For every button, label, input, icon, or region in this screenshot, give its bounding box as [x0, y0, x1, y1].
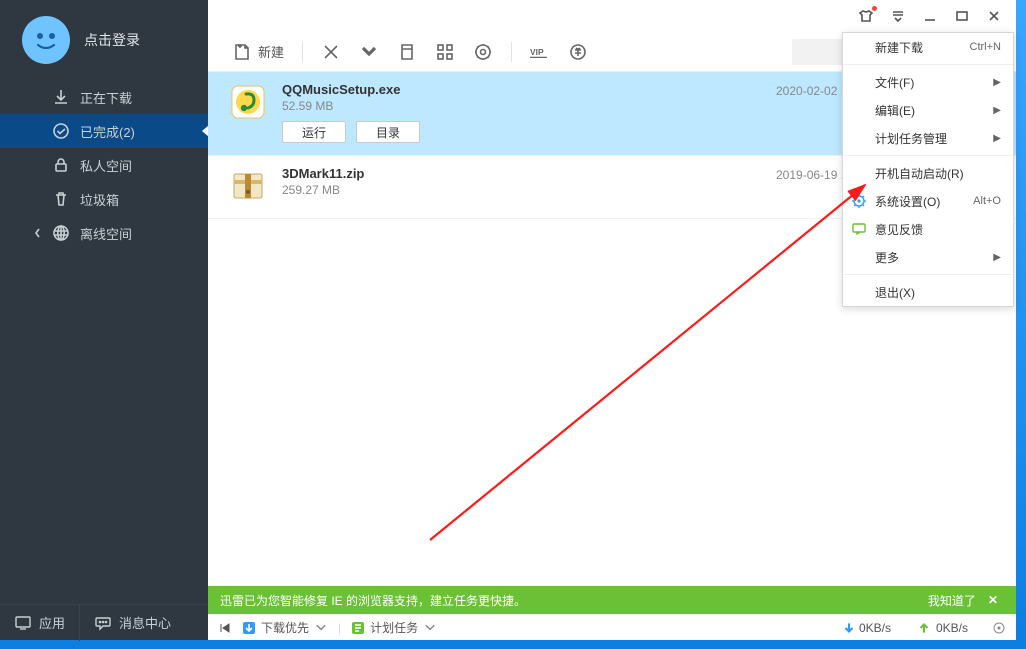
delete-dropdown[interactable]	[353, 38, 385, 66]
avatar	[22, 16, 70, 64]
menu-item-label: 系统设置(O)	[875, 193, 940, 210]
menu-item[interactable]: 开机自动启动(R)	[843, 159, 1013, 187]
menu-separator	[843, 155, 1013, 156]
sidebar-item-private[interactable]: 私人空间	[0, 148, 208, 182]
file-icon	[228, 82, 268, 122]
separator	[511, 42, 512, 62]
sidebar-item-downloading[interactable]: 正在下载	[0, 80, 208, 114]
menu-shortcut: Ctrl+N	[970, 41, 1001, 53]
menu-item-label: 新建下载	[875, 39, 923, 56]
status-bar: 下载优先 | 计划任务 0KB/s 0KB/s	[208, 614, 1016, 640]
open-file-button[interactable]	[391, 38, 423, 66]
menu-item[interactable]: 更多 ▶	[843, 243, 1013, 271]
tip-bar: 迅雷已为您智能修复 IE 的浏览器支持，建立任务更快捷。 我知道了 ✕	[208, 586, 1016, 614]
settings-quick-button[interactable]	[467, 38, 499, 66]
menu-item-label: 更多	[875, 249, 899, 266]
menu-separator	[843, 274, 1013, 275]
login-label: 点击登录	[84, 30, 140, 50]
menu-item[interactable]: 新建下载 Ctrl+N	[843, 33, 1013, 61]
nav: 正在下载已完成(2) 私人空间垃圾箱离线空间	[0, 80, 208, 604]
delete-button[interactable]	[315, 38, 347, 66]
maximize-button[interactable]	[946, 2, 978, 30]
skin-button[interactable]	[850, 2, 882, 30]
sidebar-item-recycle[interactable]: 垃圾箱	[0, 182, 208, 216]
apps-button[interactable]: 应用	[0, 605, 79, 641]
main: 新建 VIP QQMusicSetup.exe 52.59 MB 运行 目录 2…	[208, 0, 1016, 640]
status-prev-button[interactable]	[218, 621, 232, 635]
vip-button[interactable]: VIP	[524, 38, 556, 66]
sidebar-item-completed[interactable]: 已完成(2)	[0, 114, 208, 148]
menu-item[interactable]: 退出(X)	[843, 278, 1013, 306]
file-size: 52.59 MB	[282, 99, 776, 113]
chevron-right-icon: ▶	[993, 105, 1001, 116]
gear-icon	[851, 193, 867, 209]
new-task-button[interactable]: 新建	[226, 38, 290, 66]
category-button[interactable]	[429, 38, 461, 66]
file-name: 3DMark11.zip	[282, 166, 776, 181]
menu-shortcut: Alt+O	[973, 195, 1001, 207]
file-icon	[228, 166, 268, 206]
up-speed: 0KB/s	[917, 621, 968, 635]
sidebar-bottom: 应用 消息中心	[0, 604, 208, 640]
file-size: 259.27 MB	[282, 183, 776, 197]
sidebar: 点击登录 正在下载已完成(2) 私人空间垃圾箱离线空间 应用 消息中心	[0, 0, 208, 640]
down-speed: 0KB/s	[842, 621, 891, 635]
svg-text:VIP: VIP	[530, 47, 544, 57]
menu-item-label: 退出(X)	[875, 284, 915, 301]
menu-item-label: 文件(F)	[875, 74, 914, 91]
notification-dot-icon	[872, 6, 877, 11]
open-folder-button[interactable]: 目录	[356, 121, 420, 143]
profile-area[interactable]: 点击登录	[0, 0, 208, 80]
menu-item[interactable]: 计划任务管理 ▶	[843, 124, 1013, 152]
menu-item-label: 开机自动启动(R)	[875, 165, 964, 182]
new-task-label: 新建	[258, 42, 284, 61]
menu-item[interactable]: 系统设置(O) Alt+O	[843, 187, 1013, 215]
tip-text: 迅雷已为您智能修复 IE 的浏览器支持，建立任务更快捷。	[220, 592, 922, 609]
status-settings-button[interactable]	[992, 621, 1006, 635]
run-button[interactable]: 运行	[282, 121, 346, 143]
up-speed-value: 0KB/s	[936, 621, 968, 635]
menu-item-label: 意见反馈	[875, 221, 923, 238]
priority-button[interactable]: 下载优先	[242, 619, 328, 636]
chevron-right-icon: ▶	[993, 133, 1001, 144]
schedule-button[interactable]: 计划任务	[351, 619, 437, 636]
menu-item-label: 编辑(E)	[875, 102, 915, 119]
titlebar	[208, 0, 1016, 32]
menu-item[interactable]: 文件(F) ▶	[843, 68, 1013, 96]
menu-separator	[843, 64, 1013, 65]
menu-item[interactable]: 意见反馈	[843, 215, 1013, 243]
app-window: 点击登录 正在下载已完成(2) 私人空间垃圾箱离线空间 应用 消息中心	[0, 0, 1016, 640]
close-button[interactable]	[978, 2, 1010, 30]
apps-label: 应用	[39, 613, 65, 632]
messages-label: 消息中心	[119, 613, 171, 632]
sidebar-item-label: 正在下载	[80, 88, 132, 107]
schedule-label: 计划任务	[370, 619, 418, 636]
menu-item-label: 计划任务管理	[875, 130, 947, 147]
minimize-button[interactable]	[914, 2, 946, 30]
main-menu: 新建下载 Ctrl+N 文件(F) ▶ 编辑(E) ▶ 计划任务管理 ▶ 开机自动启动(R) 系统…	[842, 32, 1014, 307]
file-name: QQMusicSetup.exe	[282, 82, 776, 97]
chevron-right-icon: ▶	[993, 252, 1001, 263]
tip-ok-button[interactable]: 我知道了	[922, 592, 982, 609]
chevron-right-icon: ▶	[993, 77, 1001, 88]
down-speed-value: 0KB/s	[859, 621, 891, 635]
messages-button[interactable]: 消息中心	[79, 605, 185, 641]
sidebar-item-label: 离线空间	[80, 224, 132, 243]
sidebar-item-label: 垃圾箱	[80, 190, 119, 209]
tip-close-button[interactable]: ✕	[982, 593, 1004, 607]
sidebar-item-label: 已完成(2)	[80, 122, 135, 141]
coin-button[interactable]	[562, 38, 594, 66]
feedback-icon	[851, 221, 867, 237]
sidebar-item-offline[interactable]: 离线空间	[0, 216, 208, 250]
menu-toggle-button[interactable]	[882, 2, 914, 30]
separator	[302, 42, 303, 62]
priority-label: 下载优先	[261, 619, 309, 636]
sidebar-item-label: 私人空间	[80, 156, 132, 175]
menu-item[interactable]: 编辑(E) ▶	[843, 96, 1013, 124]
